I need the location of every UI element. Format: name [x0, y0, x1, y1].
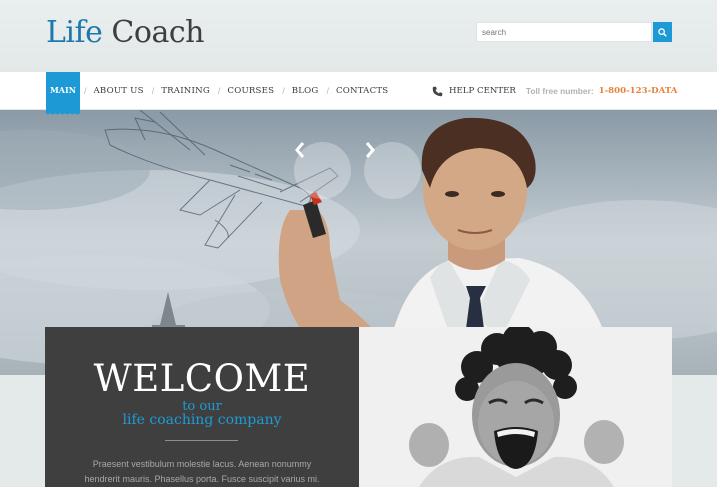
nav-item-contacts[interactable]: CONTACTS	[336, 86, 388, 96]
logo-word-coach: Coach	[111, 15, 204, 50]
nav-items: / ABOUT US / TRAINING / COURSES / BLOG /…	[84, 72, 388, 110]
search-icon	[658, 27, 667, 37]
torn-edge-decoration	[46, 110, 80, 115]
slider-prev-button[interactable]	[294, 142, 351, 199]
nav-item-blog[interactable]: BLOG	[292, 86, 319, 96]
search-button[interactable]	[653, 22, 672, 42]
chevron-left-icon	[295, 142, 305, 158]
nav-item-main-label: MAIN	[49, 85, 77, 95]
nav-separator: /	[282, 86, 285, 96]
nav-separator: /	[217, 86, 221, 96]
chevron-right-icon	[365, 142, 375, 158]
logo-word-life: Life	[46, 15, 103, 50]
nav-item-training[interactable]: TRAINING	[161, 86, 210, 96]
nav-separator: /	[326, 86, 329, 96]
site-header: Life Coach	[0, 0, 717, 72]
divider	[165, 440, 238, 441]
slider-next-button[interactable]	[364, 142, 421, 199]
welcome-title: WELCOME	[93, 357, 311, 400]
welcome-text-line1: Praesent vestibulum molestie lacus. Aene…	[92, 459, 312, 469]
toll-free-label: Toll free number:	[525, 86, 594, 96]
main-nav: MAIN / ABOUT US / TRAINING / COURSES / B…	[0, 72, 717, 115]
nav-item-main[interactable]: MAIN	[46, 72, 80, 115]
phone-icon	[432, 86, 443, 96]
toll-free-number[interactable]: 1-800-123-DATA	[599, 86, 678, 96]
nav-item-about-us[interactable]: ABOUT US	[94, 86, 144, 96]
photo-man-celebrating	[359, 327, 672, 487]
welcome-panel: WELCOME to our life coaching company Pra…	[45, 327, 359, 487]
site-logo[interactable]: Life Coach	[46, 15, 204, 50]
nav-separator: /	[84, 86, 87, 96]
nav-separator: /	[151, 86, 155, 96]
search-input[interactable]	[476, 22, 652, 42]
help-center-link[interactable]: HELP CENTER	[449, 86, 516, 96]
welcome-subtitle-line2: life coaching company	[122, 412, 282, 428]
welcome-text: Praesent vestibulum molestie lacus. Aene…	[67, 457, 337, 487]
nav-item-courses[interactable]: COURSES	[227, 86, 274, 96]
celebrating-man-photo	[359, 327, 672, 487]
help-center: HELP CENTER Toll free number: 1-800-123-…	[432, 72, 677, 110]
welcome-text-line2: hendrerit mauris. Phasellus porta. Fusce…	[84, 474, 320, 484]
